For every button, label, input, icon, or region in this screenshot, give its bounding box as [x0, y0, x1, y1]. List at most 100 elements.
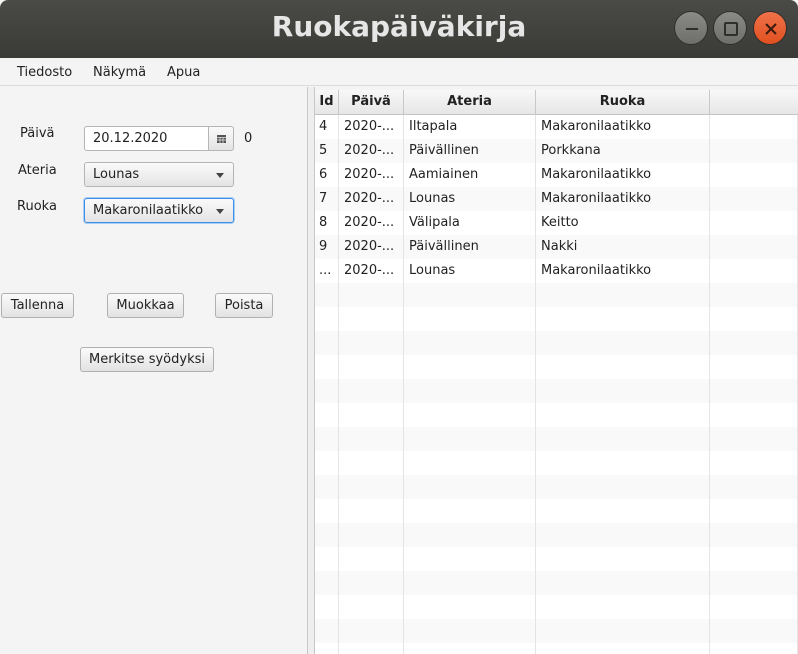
cell-date: [339, 427, 404, 451]
cell-food: [536, 571, 710, 595]
cell-date: 2020-...: [339, 211, 404, 235]
cell-date: 2020-...: [339, 259, 404, 283]
table-header: Id Päivä Ateria Ruoka: [315, 90, 798, 115]
table-row[interactable]: 6 2020-... Aamiainen Makaronilaatikko: [315, 163, 798, 187]
calendar-button[interactable]: [208, 126, 234, 151]
cell-date: [339, 595, 404, 619]
cell-date: [339, 283, 404, 307]
cell-meal: [404, 523, 536, 547]
cell-meal: Lounas: [404, 187, 536, 211]
cell-id: [315, 571, 339, 595]
cell-id: 9: [315, 235, 339, 259]
empty-table-row[interactable]: [315, 571, 798, 595]
cell-date: [339, 451, 404, 475]
minimize-button[interactable]: [674, 11, 708, 45]
table-row[interactable]: 7 2020-... Lounas Makaronilaatikko: [315, 187, 798, 211]
cell-id: [315, 451, 339, 475]
cell-meal: [404, 499, 536, 523]
menu-nakyma[interactable]: Näkymä: [93, 65, 146, 80]
cell-food: [536, 355, 710, 379]
empty-table-row[interactable]: [315, 331, 798, 355]
empty-table-row[interactable]: [315, 475, 798, 499]
cell-food: Makaronilaatikko: [536, 163, 710, 187]
cell-date: [339, 499, 404, 523]
cell-date: [339, 643, 404, 654]
split-pane-divider[interactable]: [307, 87, 315, 654]
column-header-date[interactable]: Päivä: [339, 90, 404, 115]
meal-combobox[interactable]: Lounas: [84, 162, 234, 187]
cell-food: Nakki: [536, 235, 710, 259]
title-bar[interactable]: Ruokapäiväkirja: [0, 0, 798, 58]
cell-meal: [404, 595, 536, 619]
empty-table-row[interactable]: [315, 427, 798, 451]
column-header-meal[interactable]: Ateria: [404, 90, 536, 115]
cell-id: [315, 427, 339, 451]
empty-table-row[interactable]: [315, 283, 798, 307]
cell-filler: [710, 547, 798, 571]
chevron-down-icon: [216, 209, 224, 214]
maximize-button[interactable]: [713, 11, 747, 45]
cell-id: 6: [315, 163, 339, 187]
empty-table-row[interactable]: [315, 619, 798, 643]
cell-meal: [404, 427, 536, 451]
save-button[interactable]: Tallenna: [1, 293, 74, 318]
column-header-food[interactable]: Ruoka: [536, 90, 710, 115]
empty-table-row[interactable]: [315, 379, 798, 403]
cell-id: 5: [315, 139, 339, 163]
cell-date: 2020-...: [339, 163, 404, 187]
date-label: Päivä: [20, 126, 55, 141]
cell-date: [339, 547, 404, 571]
maximize-icon: [724, 22, 738, 36]
empty-table-row[interactable]: [315, 403, 798, 427]
cell-filler: [710, 475, 798, 499]
delete-button[interactable]: Poista: [215, 293, 273, 318]
cell-filler: [710, 235, 798, 259]
table-row[interactable]: 9 2020-... Päivällinen Nakki: [315, 235, 798, 259]
empty-table-row[interactable]: [315, 355, 798, 379]
column-header-filler: [710, 90, 798, 115]
cell-filler: [710, 403, 798, 427]
column-header-id[interactable]: Id: [315, 90, 339, 115]
cell-filler: [710, 307, 798, 331]
cell-filler: [710, 523, 798, 547]
cell-meal: Päivällinen: [404, 139, 536, 163]
edit-button[interactable]: Muokkaa: [107, 293, 184, 318]
entries-table[interactable]: Id Päivä Ateria Ruoka 4 2020-... Iltapala M…: [315, 90, 798, 654]
cell-food: [536, 595, 710, 619]
menu-tiedosto[interactable]: Tiedosto: [17, 65, 72, 80]
empty-table-row[interactable]: [315, 451, 798, 475]
cell-meal: [404, 451, 536, 475]
empty-table-row[interactable]: [315, 547, 798, 571]
empty-table-row[interactable]: [315, 595, 798, 619]
cell-food: [536, 331, 710, 355]
close-button[interactable]: [753, 11, 787, 45]
date-input[interactable]: 20.12.2020: [84, 126, 210, 151]
empty-table-row[interactable]: [315, 643, 798, 654]
cell-meal: [404, 307, 536, 331]
cell-food: [536, 307, 710, 331]
mark-eaten-button[interactable]: Merkitse syödyksi: [80, 347, 214, 372]
cell-date: [339, 331, 404, 355]
menu-apua[interactable]: Apua: [167, 65, 200, 80]
meal-combobox-value: Lounas: [93, 167, 140, 182]
cell-food: Makaronilaatikko: [536, 259, 710, 283]
table-row[interactable]: ... 2020-... Lounas Makaronilaatikko: [315, 259, 798, 283]
cell-meal: Aamiainen: [404, 163, 536, 187]
empty-table-row[interactable]: [315, 499, 798, 523]
cell-date: [339, 619, 404, 643]
cell-filler: [710, 115, 798, 139]
table-row[interactable]: 4 2020-... Iltapala Makaronilaatikko: [315, 115, 798, 139]
cell-date: [339, 475, 404, 499]
cell-food: Keitto: [536, 211, 710, 235]
food-combobox[interactable]: Makaronilaatikko: [84, 198, 234, 223]
table-row[interactable]: 8 2020-... Välipala Keitto: [315, 211, 798, 235]
empty-table-row[interactable]: [315, 523, 798, 547]
cell-id: [315, 475, 339, 499]
minimize-icon: [686, 28, 698, 30]
empty-table-row[interactable]: [315, 307, 798, 331]
cell-filler: [710, 379, 798, 403]
cell-date: [339, 523, 404, 547]
cell-date: [339, 403, 404, 427]
cell-date: 2020-...: [339, 115, 404, 139]
table-row[interactable]: 5 2020-... Päivällinen Porkkana: [315, 139, 798, 163]
